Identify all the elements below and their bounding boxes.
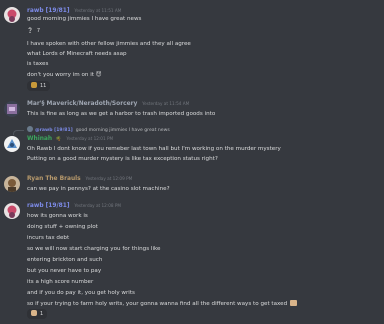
author-name[interactable]: Whinah xyxy=(27,136,52,142)
reaction-emoji-icon xyxy=(31,82,37,88)
message-line-with-emoji: so if your trying to farm holy writs, yo… xyxy=(27,300,297,308)
message-line: Oh Rawb I dont know if you remeber last … xyxy=(27,146,281,152)
message-line: what Lords of Minecraft needs asap xyxy=(27,51,127,57)
reply-avatar xyxy=(27,126,33,132)
reaction-chip[interactable]: 11 xyxy=(27,81,51,91)
message-header: rawb [19/81] Yesterday at 12:08 PM xyxy=(27,202,121,210)
devil-emoji-icon: 😈 xyxy=(95,72,102,78)
message-header: Whinah 🌴 Yesterday at 12:01 PM xyxy=(27,135,113,143)
message-line: incurs tax debt xyxy=(27,235,70,241)
timestamp: Yesterday at 12:09 PM xyxy=(85,176,133,181)
timestamp: Yesterday at 11:54 AM xyxy=(142,101,190,106)
timestamp: Yesterday at 11:51 AM xyxy=(74,8,122,13)
message-line: can we pay in pennys? at the casino slot… xyxy=(27,186,170,192)
avatar-rawb[interactable] xyxy=(4,203,20,219)
message-header: Mar'§ Maverick/Neradoth/Sorcery Yesterda… xyxy=(27,100,189,108)
message-line: so we will now start charging you for th… xyxy=(27,246,161,252)
message-text: don't you worry im on it xyxy=(27,72,94,78)
message-line: entering brickton and such xyxy=(27,257,103,263)
timestamp: Yesterday at 12:08 PM xyxy=(74,203,122,208)
reply-preview[interactable]: @rawb [19/81] good morning jimmies I have… xyxy=(27,126,170,133)
message-maverick: Mar'§ Maverick/Neradoth/Sorcery Yesterda… xyxy=(0,99,384,124)
message-line: is taxes xyxy=(27,61,49,67)
reaction-count: 11 xyxy=(40,83,47,89)
message-rawb-2: rawb [19/81] Yesterday at 12:08 PM how i… xyxy=(0,201,384,321)
message-line: I have spoken with other fellow jimmies … xyxy=(27,41,191,47)
reaction-question[interactable]: ❔ 7 xyxy=(27,26,40,36)
author-name[interactable]: Ryan The Brauls xyxy=(27,176,81,182)
message-line: how its gonna work is xyxy=(27,213,88,219)
author-name[interactable]: rawb [19/81] xyxy=(27,203,70,209)
taxed-emoji-icon xyxy=(289,300,297,306)
reply-author: @rawb [19/81] xyxy=(35,128,73,133)
reply-connector xyxy=(13,130,24,135)
message-whinah: @rawb [19/81] good morning jimmies I have… xyxy=(0,125,384,169)
message-rawb-1: rawb [19/81] Yesterday at 11:51 AM good … xyxy=(0,3,384,99)
avatar-rawb[interactable] xyxy=(4,7,20,23)
message-line-with-emoji: don't you worry im on it 😈 xyxy=(27,71,101,79)
reaction-chip[interactable]: 1 xyxy=(27,309,48,319)
message-line: Putting on a good murder mystery is like… xyxy=(27,156,218,162)
message-text: so if your trying to farm holy writs, yo… xyxy=(27,301,288,307)
question-icon: ❔ xyxy=(27,28,34,34)
avatar-whinah[interactable] xyxy=(4,136,20,152)
reaction-count: 1 xyxy=(40,311,44,317)
avatar-maverick[interactable] xyxy=(4,101,20,117)
message-ryan: Ryan The Brauls Yesterday at 12:09 PM ca… xyxy=(0,174,384,198)
reaction-emoji-icon xyxy=(31,310,37,316)
message-header: Ryan The Brauls Yesterday at 12:09 PM xyxy=(27,175,132,183)
message-header: rawb [19/81] Yesterday at 11:51 AM xyxy=(27,7,121,15)
reply-text: good morning jimmies I have great news xyxy=(75,128,170,133)
message-line: This is fine as long as we get a harbor … xyxy=(27,111,216,117)
role-badge-icon: 🌴 xyxy=(55,137,62,142)
message-line: good morning jimmies I have great news xyxy=(27,16,142,22)
timestamp: Yesterday at 12:01 PM xyxy=(66,136,114,141)
reaction-count: 7 xyxy=(36,28,41,34)
message-line: and if you do pay it, you get holy writs xyxy=(27,290,135,296)
avatar-ryan[interactable] xyxy=(4,176,20,192)
author-name[interactable]: Mar'§ Maverick/Neradoth/Sorcery xyxy=(27,101,137,107)
message-line: but you never have to pay xyxy=(27,268,102,274)
message-line: its a high score number xyxy=(27,279,94,285)
author-name[interactable]: rawb [19/81] xyxy=(27,8,70,14)
message-line: doing stuff + owning plot xyxy=(27,224,98,230)
